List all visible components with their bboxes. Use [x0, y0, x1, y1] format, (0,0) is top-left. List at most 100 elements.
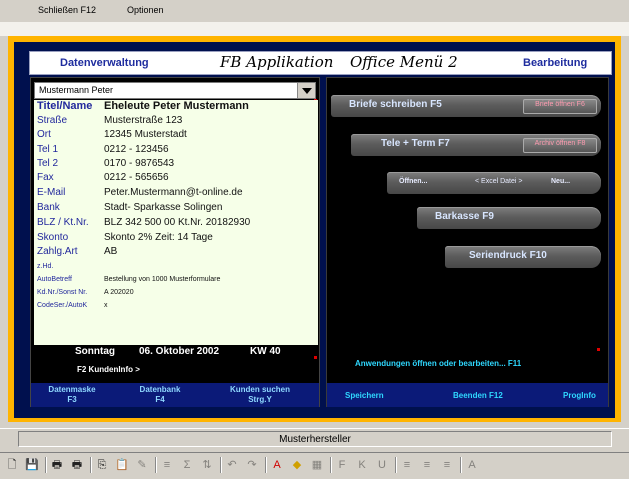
field-value[interactable]: x	[104, 302, 108, 309]
bold-icon[interactable]: F	[334, 457, 350, 473]
copy-icon[interactable]: ⎘	[94, 457, 110, 473]
customer-select-value: Mustermann Peter	[39, 85, 114, 95]
datenmaske-label: Datenmaske	[48, 385, 96, 394]
border-icon[interactable]: ▦	[309, 457, 325, 473]
save-icon[interactable]: 💾	[24, 457, 40, 473]
toolbar-separator	[220, 457, 222, 473]
field-value[interactable]: Musterstraße 123	[104, 115, 182, 126]
toolbar-separator	[330, 457, 332, 473]
field-value[interactable]: AB	[104, 246, 117, 257]
briefe-oeffnen-label: Briefe öffnen F6	[535, 101, 585, 108]
customer-card: Titel/Name Eheleute Peter Mustermann Straß…	[34, 100, 318, 345]
header-bar: Datenverwaltung FB Applikation Office Me…	[29, 51, 612, 75]
barkasse-tab[interactable]: Barkasse F9	[417, 207, 601, 229]
field-value[interactable]: 0170 - 9876543	[104, 158, 174, 169]
header-app-subtitle: Office Menü 2	[350, 53, 458, 71]
card-row: Ort 12345 Musterstadt	[34, 128, 318, 142]
anwendungen-link[interactable]: Anwendungen öffnen oder bearbeiten... F1…	[355, 359, 521, 368]
print-setup-icon[interactable]: 🖶	[69, 457, 85, 473]
field-label: Bank	[37, 202, 60, 213]
briefe-label: Briefe schreiben F5	[349, 99, 442, 110]
tele-tab[interactable]: Tele + Term F7 Archiv öffnen F8	[351, 134, 601, 156]
field-value[interactable]: A 202020	[104, 289, 134, 296]
card-row: BLZ / Kt.Nr. BLZ 342 500 00 Kt.Nr. 201829…	[34, 216, 318, 230]
sum-icon[interactable]: Σ	[179, 457, 195, 473]
print-icon[interactable]: 🖶	[49, 457, 65, 473]
excel-tab: Öffnen... < Excel Datei > Neu...	[387, 172, 601, 194]
briefe-oeffnen-button[interactable]: Briefe öffnen F6	[523, 99, 597, 114]
field-label: Tel 1	[37, 144, 59, 155]
field-label: Skonto	[37, 232, 69, 243]
archiv-button[interactable]: Archiv öffnen F8	[523, 138, 597, 153]
field-value[interactable]: Skonto 2% Zeit: 14 Tage	[104, 232, 213, 243]
card-row: Skonto Skonto 2% Zeit: 14 Tage	[34, 231, 318, 245]
menu-optionen[interactable]: Optionen	[127, 5, 164, 15]
marker-dot	[314, 356, 317, 359]
italic-icon[interactable]: K	[354, 457, 370, 473]
datenbank-button[interactable]: Datenbank F4	[127, 385, 193, 405]
toolbar-separator	[395, 457, 397, 473]
toolbar-separator	[155, 457, 157, 473]
field-label: z.Hd.	[37, 263, 54, 270]
customer-select[interactable]: Mustermann Peter	[34, 82, 316, 99]
align-right-icon[interactable]: ≡	[439, 457, 455, 473]
card-row: z.Hd.	[34, 260, 318, 274]
sort-icon[interactable]: ⇅	[199, 457, 215, 473]
neu-link[interactable]: Neu...	[551, 178, 570, 185]
archiv-label: Archiv öffnen F8	[534, 140, 586, 147]
card-row: E-Mail Peter.Mustermann@t-online.de	[34, 186, 318, 200]
undo-icon[interactable]: ↶	[224, 457, 240, 473]
fill-color-icon[interactable]: ◆	[289, 457, 305, 473]
card-row: Fax 0212 - 565656	[34, 171, 318, 185]
field-value[interactable]: 0212 - 565656	[104, 172, 169, 183]
speichern-button[interactable]: Speichern	[345, 391, 384, 400]
print-preview-icon[interactable]: 🗋	[4, 457, 20, 473]
underline-icon[interactable]: U	[374, 457, 390, 473]
align-left-icon[interactable]: ≡	[399, 457, 415, 473]
card-row: Bank Stadt- Sparkasse Solingen	[34, 201, 318, 215]
date-line: Sonntag 06. Oktober 2002 KW 40	[31, 345, 321, 359]
card-row: Tel 1 0212 - 123456	[34, 143, 318, 157]
beenden-button[interactable]: Beenden F12	[453, 391, 503, 400]
oeffnen-link[interactable]: Öffnen...	[399, 178, 427, 185]
card-row: AutoBetreff Bestellung von 1000 Musterfor…	[34, 273, 318, 287]
field-label: Straße	[37, 115, 68, 126]
font-color-icon[interactable]: A	[269, 457, 285, 473]
datenbank-key: F4	[155, 395, 165, 404]
seriendruck-tab[interactable]: Seriendruck F10	[445, 246, 601, 268]
weekday: Sonntag	[75, 346, 115, 357]
redo-icon[interactable]: ↷	[244, 457, 260, 473]
paste-icon[interactable]: 📋	[114, 457, 130, 473]
field-value[interactable]: Eheleute Peter Mustermann	[104, 100, 249, 112]
status-bar: Musterhersteller	[0, 428, 629, 451]
kunden-suchen-button[interactable]: Kunden suchen Strg.Y	[217, 385, 303, 405]
field-value[interactable]: Bestellung von 1000 Musterformulare	[104, 276, 220, 283]
datenmaske-button[interactable]: Datenmaske F3	[39, 385, 105, 405]
kunden-suchen-label: Kunden suchen	[229, 385, 290, 394]
card-row: Kd.Nr./Sonst Nr. A 202020	[34, 286, 318, 300]
field-label: Zahlg.Art	[37, 246, 78, 257]
chevron-down-icon[interactable]	[297, 83, 315, 98]
left-button-bar: Datenmaske F3 Datenbank F4 Kunden suchen…	[31, 383, 319, 407]
align-icon[interactable]: ≡	[159, 457, 175, 473]
field-value[interactable]: Stadt- Sparkasse Solingen	[104, 202, 222, 213]
align-center-icon[interactable]: ≡	[419, 457, 435, 473]
customer-panel: Mustermann Peter Titel/Name Eheleute Pete…	[30, 77, 320, 407]
font-size-icon[interactable]: A	[464, 457, 480, 473]
proginfo-button[interactable]: ProgInfo	[563, 391, 596, 400]
card-row: Zahlg.Art AB	[34, 245, 318, 259]
kundeninfo-link[interactable]: F2 KundenInfo >	[77, 365, 140, 374]
marker-dot	[597, 348, 600, 351]
field-value[interactable]: 12345 Musterstadt	[104, 129, 187, 140]
field-value[interactable]: 0212 - 123456	[104, 144, 169, 155]
excel-label: < Excel Datei >	[475, 178, 523, 185]
field-label: BLZ / Kt.Nr.	[37, 217, 89, 228]
kunden-suchen-key: Strg.Y	[248, 395, 272, 404]
field-label: E-Mail	[37, 187, 66, 198]
briefe-tab[interactable]: Briefe schreiben F5 Briefe öffnen F6	[331, 95, 601, 117]
field-value[interactable]: BLZ 342 500 00 Kt.Nr. 20182930	[104, 217, 250, 228]
format-painter-icon[interactable]: ✎	[134, 457, 150, 473]
seriendruck-label: Seriendruck F10	[469, 250, 547, 261]
field-value[interactable]: Peter.Mustermann@t-online.de	[104, 187, 243, 198]
menu-schliessen[interactable]: Schließen F12	[38, 5, 96, 15]
